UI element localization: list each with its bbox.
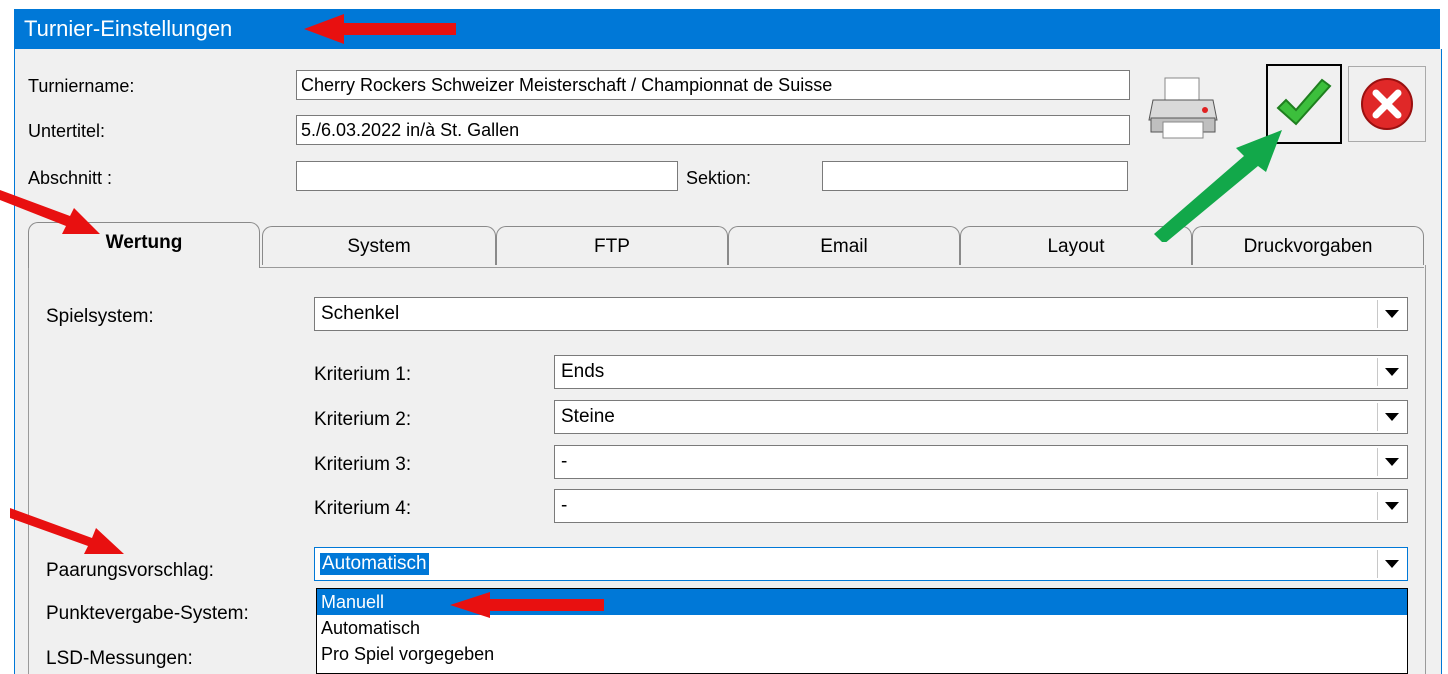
turniername-input[interactable]: Cherry Rockers Schweizer Meisterschaft /…: [296, 70, 1130, 100]
window-title: Turnier-Einstellungen: [24, 16, 233, 41]
red-arrow-annotation: [304, 14, 456, 44]
paarung-select[interactable]: Automatisch: [314, 547, 1408, 581]
chevron-down-icon[interactable]: [1377, 550, 1405, 578]
chevron-down-icon[interactable]: [1377, 492, 1405, 520]
red-arrow-annotation: [450, 592, 604, 618]
tab-ftp[interactable]: FTP: [496, 226, 728, 268]
tab-email[interactable]: Email: [728, 226, 960, 268]
paarung-label: Paarungsvorschlag:: [46, 560, 214, 581]
sektion-label: Sektion:: [686, 168, 752, 188]
kriterium-3-select[interactable]: -: [554, 445, 1408, 479]
kriterium-1-select[interactable]: Ends: [554, 355, 1408, 389]
spielsystem-label: Spielsystem:: [46, 306, 154, 327]
kriterium-1-value: Ends: [561, 361, 605, 382]
kriterium-3-label: Kriterium 3:: [314, 454, 412, 475]
spielsystem-select[interactable]: Schenkel: [314, 297, 1408, 331]
chevron-down-icon[interactable]: [1377, 300, 1405, 328]
green-arrow-annotation: [1154, 130, 1282, 242]
untertitel-input[interactable]: 5./6.03.2022 in/à St. Gallen: [296, 115, 1130, 145]
kriterium-2-label: Kriterium 2:: [314, 409, 412, 430]
punktevergabe-label: Punktevergabe-System:: [46, 603, 249, 624]
abschnitt-input[interactable]: [296, 161, 678, 191]
kriterium-4-value: -: [561, 495, 568, 516]
chevron-down-icon[interactable]: [1377, 403, 1405, 431]
turniername-label: Turniername:: [28, 76, 135, 96]
paarung-value: Automatisch: [320, 553, 429, 575]
tab-divider: [260, 267, 1424, 268]
red-arrow-annotation: [10, 508, 124, 554]
kriterium-4-label: Kriterium 4:: [314, 498, 412, 519]
red-arrow-annotation: [0, 190, 100, 234]
cancel-button[interactable]: [1348, 66, 1426, 142]
tab-system[interactable]: System: [262, 226, 496, 268]
kriterium-3-value: -: [561, 451, 568, 472]
kriterium-4-select[interactable]: -: [554, 489, 1408, 523]
lsd-label: LSD-Messungen:: [46, 648, 193, 669]
chevron-down-icon[interactable]: [1377, 448, 1405, 476]
sektion-input[interactable]: [822, 161, 1128, 191]
kriterium-2-value: Steine: [561, 406, 615, 427]
untertitel-label: Untertitel:: [28, 121, 106, 141]
dropdown-option-pro-spiel[interactable]: Pro Spiel vorgegeben: [317, 641, 1407, 667]
title-bar: Turnier-Einstellungen: [14, 9, 1440, 49]
kriterium-2-select[interactable]: Steine: [554, 400, 1408, 434]
kriterium-1-label: Kriterium 1:: [314, 364, 412, 385]
red-x-icon: [1361, 78, 1413, 130]
chevron-down-icon[interactable]: [1377, 358, 1405, 386]
spielsystem-value: Schenkel: [321, 303, 400, 324]
